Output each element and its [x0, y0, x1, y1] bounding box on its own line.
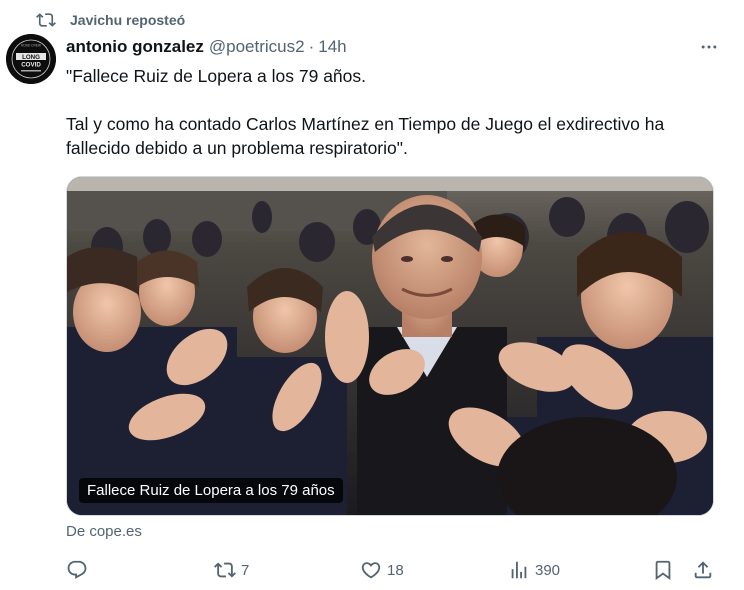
svg-text:ROAD CREW: ROAD CREW: [21, 44, 41, 48]
repost-count: 7: [241, 561, 250, 579]
tweet-text: "Fallece Ruiz de Lopera a los 79 años. T…: [66, 64, 716, 160]
tweet-time[interactable]: 14h: [318, 37, 346, 57]
share-icon: [694, 561, 712, 579]
separator-dot: ·: [308, 37, 315, 56]
author-name[interactable]: antonio gonzalez: [66, 37, 204, 57]
card-image: [67, 177, 713, 515]
tweet-line-1: "Fallece Ruiz de Lopera a los 79 años.: [66, 66, 367, 86]
like-button[interactable]: 18: [360, 556, 404, 584]
author-handle[interactable]: @poetricus2: [209, 37, 305, 57]
svg-text:COVID: COVID: [21, 62, 41, 69]
views-count: 390: [535, 561, 561, 579]
svg-text:LONG: LONG: [22, 54, 40, 61]
repost-icon: [214, 562, 236, 578]
share-button[interactable]: [692, 556, 714, 584]
views-button[interactable]: 390: [508, 556, 560, 584]
repost-button[interactable]: 7: [214, 556, 249, 584]
action-bar: 7 18 390: [66, 556, 726, 584]
repost-indicator[interactable]: Javichu reposteó: [36, 10, 185, 30]
heart-icon: [361, 562, 381, 579]
tweet-line-2: Tal y como ha contado Carlos Martínez en…: [66, 114, 665, 158]
more-options-button[interactable]: [698, 36, 720, 58]
reply-button[interactable]: [66, 556, 88, 584]
views-icon: [511, 561, 527, 579]
more-icon: [701, 45, 717, 49]
tweet-header: antonio gonzalez @poetricus2 · 14h: [66, 36, 724, 58]
repost-icon: [36, 13, 56, 27]
repost-label: Javichu reposteó: [70, 12, 186, 28]
like-count: 18: [387, 561, 404, 579]
bookmark-button[interactable]: [652, 556, 674, 584]
reply-icon: [67, 560, 87, 579]
card-caption: Fallece Ruiz de Lopera a los 79 años: [79, 478, 343, 503]
card-source[interactable]: De cope.es: [66, 523, 142, 540]
link-card[interactable]: Fallece Ruiz de Lopera a los 79 años: [66, 176, 714, 516]
avatar[interactable]: LONG COVID ROAD CREW: [6, 34, 56, 84]
bookmark-icon: [655, 560, 671, 581]
